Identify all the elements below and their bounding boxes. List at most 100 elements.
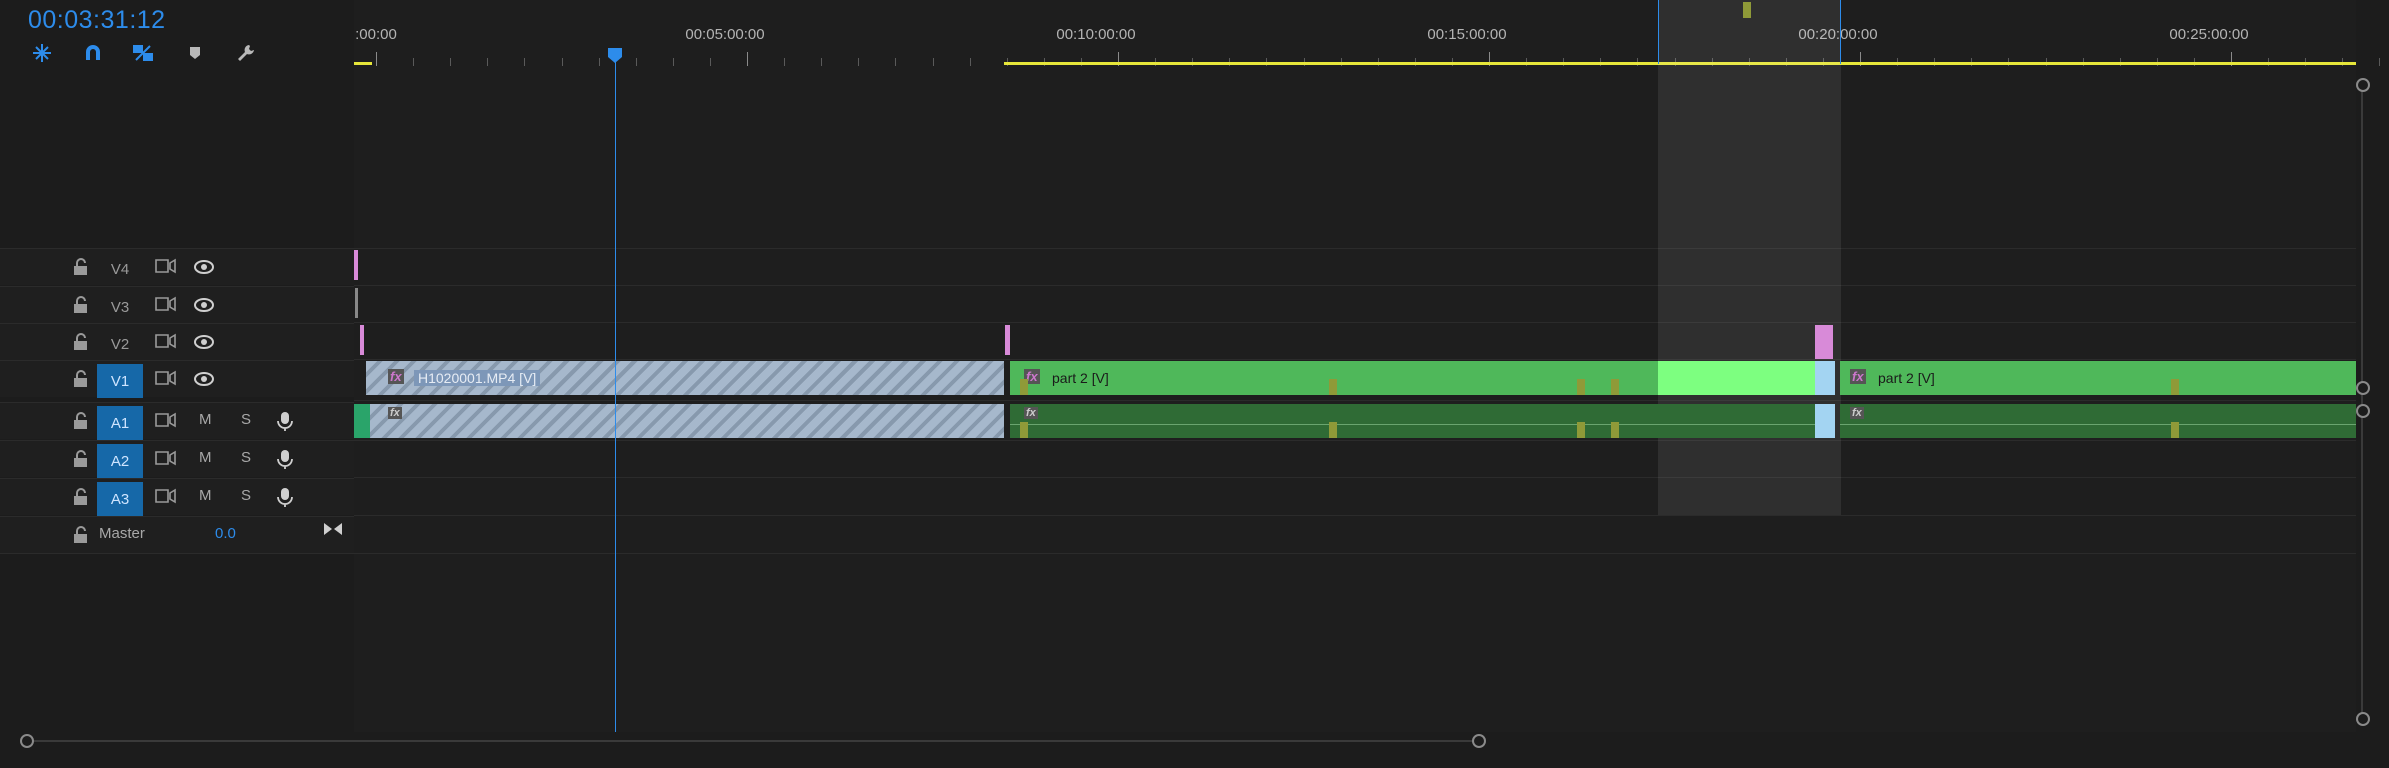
fx-badge[interactable]: fx [388, 369, 404, 384]
lock-icon[interactable] [73, 450, 89, 468]
microphone-icon[interactable] [274, 449, 296, 469]
fx-badge[interactable]: fx [388, 407, 402, 419]
go-to-in-out-icon[interactable] [322, 519, 344, 539]
sync-lock-icon[interactable] [154, 257, 176, 277]
master-volume-value[interactable]: 0.0 [215, 525, 236, 542]
audio-transition[interactable] [1815, 404, 1835, 438]
eye-icon[interactable] [193, 332, 215, 352]
timeline-settings-button[interactable] [233, 40, 259, 66]
track-label: V2 [110, 335, 130, 353]
clip-marker[interactable] [1020, 379, 1028, 395]
mute-button[interactable]: M [199, 487, 212, 504]
lane-separator [354, 553, 2356, 554]
selection-edge [1840, 0, 1841, 64]
lock-icon[interactable] [73, 258, 89, 276]
playhead-timecode[interactable]: 00:03:31:12 [28, 6, 166, 35]
clip-part2-audio[interactable]: fx [1010, 404, 1815, 438]
clip-marker[interactable] [1329, 379, 1337, 395]
fx-badge[interactable]: fx [1024, 407, 1038, 419]
lock-icon[interactable] [73, 333, 89, 351]
ruler-label: 00:05:00:00 [685, 26, 765, 43]
lock-icon[interactable] [73, 412, 89, 430]
track-label: V4 [110, 260, 130, 278]
scroll-handle[interactable] [1472, 734, 1486, 748]
volume-line[interactable] [1010, 424, 1815, 425]
linked-selection-button[interactable] [130, 40, 156, 66]
track-target-a3[interactable]: A3 [97, 482, 143, 516]
clip-h1020001-audio[interactable]: fx [370, 404, 1004, 438]
scroll-handle[interactable] [20, 734, 34, 748]
eye-icon[interactable] [193, 257, 215, 277]
scroll-handle[interactable] [2356, 381, 2370, 395]
fx-badge[interactable]: fx [1850, 407, 1864, 419]
scroll-handle[interactable] [2356, 78, 2370, 92]
lock-icon[interactable] [73, 370, 89, 388]
timeline-area[interactable] [354, 72, 2356, 732]
ruler-tick [895, 58, 897, 66]
ruler-marker[interactable] [1743, 2, 1751, 18]
horizontal-scrollbar[interactable] [28, 740, 1478, 742]
playhead-line[interactable] [615, 52, 616, 732]
audio-transition[interactable] [354, 404, 370, 438]
transition-v4[interactable] [354, 250, 358, 280]
ruler-tick [524, 58, 526, 66]
track-target-v3[interactable]: V3 [97, 290, 143, 324]
transition-v1[interactable] [1815, 361, 1835, 395]
solo-button[interactable]: S [241, 411, 251, 428]
add-marker-button[interactable] [182, 40, 208, 66]
clip-marker[interactable] [1577, 379, 1585, 395]
track-target-v4[interactable]: V4 [97, 252, 143, 286]
scroll-handle[interactable] [2356, 404, 2370, 418]
scroll-handle[interactable] [2356, 712, 2370, 726]
solo-button[interactable]: S [241, 449, 251, 466]
clip-marker[interactable] [2171, 422, 2179, 438]
transition-v3[interactable] [355, 288, 358, 318]
insert-overwrite-button[interactable] [29, 40, 55, 66]
clip-marker[interactable] [1611, 422, 1619, 438]
track-target-a2[interactable]: A2 [97, 444, 143, 478]
volume-line[interactable] [1840, 424, 2356, 425]
ruler-label: 00:10:00:00 [1056, 26, 1136, 43]
microphone-icon[interactable] [274, 487, 296, 507]
solo-button[interactable]: S [241, 487, 251, 504]
track-target-a1[interactable]: A1 [97, 406, 143, 440]
sync-lock-icon[interactable] [154, 332, 176, 352]
playhead-handle-icon[interactable] [606, 46, 624, 64]
clip-marker[interactable] [1329, 422, 1337, 438]
transition-v2[interactable] [1815, 325, 1833, 359]
sync-lock-icon[interactable] [154, 411, 176, 431]
clip-marker[interactable] [2171, 379, 2179, 395]
clip-marker[interactable] [1020, 422, 1028, 438]
lock-icon[interactable] [73, 296, 89, 314]
track-label: A1 [110, 414, 130, 432]
mute-button[interactable]: M [199, 449, 212, 466]
mute-button[interactable]: M [199, 411, 212, 428]
sync-lock-icon[interactable] [154, 449, 176, 469]
fx-badge[interactable]: fx [1850, 369, 1866, 384]
transition-v2[interactable] [360, 325, 364, 355]
sync-lock-icon[interactable] [154, 369, 176, 389]
clip-marker[interactable] [1611, 379, 1619, 395]
ruler-tick [747, 52, 748, 66]
track-target-v2[interactable]: V2 [97, 327, 143, 361]
work-area-bar[interactable] [354, 62, 372, 65]
transition-v2[interactable] [1005, 325, 1010, 355]
track-target-v1[interactable]: V1 [97, 364, 143, 398]
lock-icon[interactable] [73, 488, 89, 506]
clip-part2-audio-2[interactable]: fx [1840, 404, 2356, 438]
lock-icon[interactable] [73, 526, 89, 544]
eye-icon[interactable] [193, 295, 215, 315]
ruler-tick [932, 58, 934, 66]
sync-lock-icon[interactable] [154, 487, 176, 507]
clip-h1020001-video[interactable]: fx H1020001.MP4 [V] [366, 361, 1004, 395]
clip-part2-selected[interactable] [1658, 361, 1815, 395]
clip-marker[interactable] [1577, 422, 1585, 438]
microphone-icon[interactable] [274, 411, 296, 431]
snap-button[interactable] [80, 40, 106, 66]
time-ruler[interactable]: :00:00 00:05:00:00 00:10:00:00 00:15:00:… [354, 0, 2381, 72]
ruler-tick [709, 58, 711, 66]
eye-icon[interactable] [193, 369, 215, 389]
sync-lock-icon[interactable] [154, 295, 176, 315]
lane-separator [354, 400, 2356, 401]
clip-part2-video-2[interactable]: fx part 2 [V] [1840, 361, 2356, 395]
